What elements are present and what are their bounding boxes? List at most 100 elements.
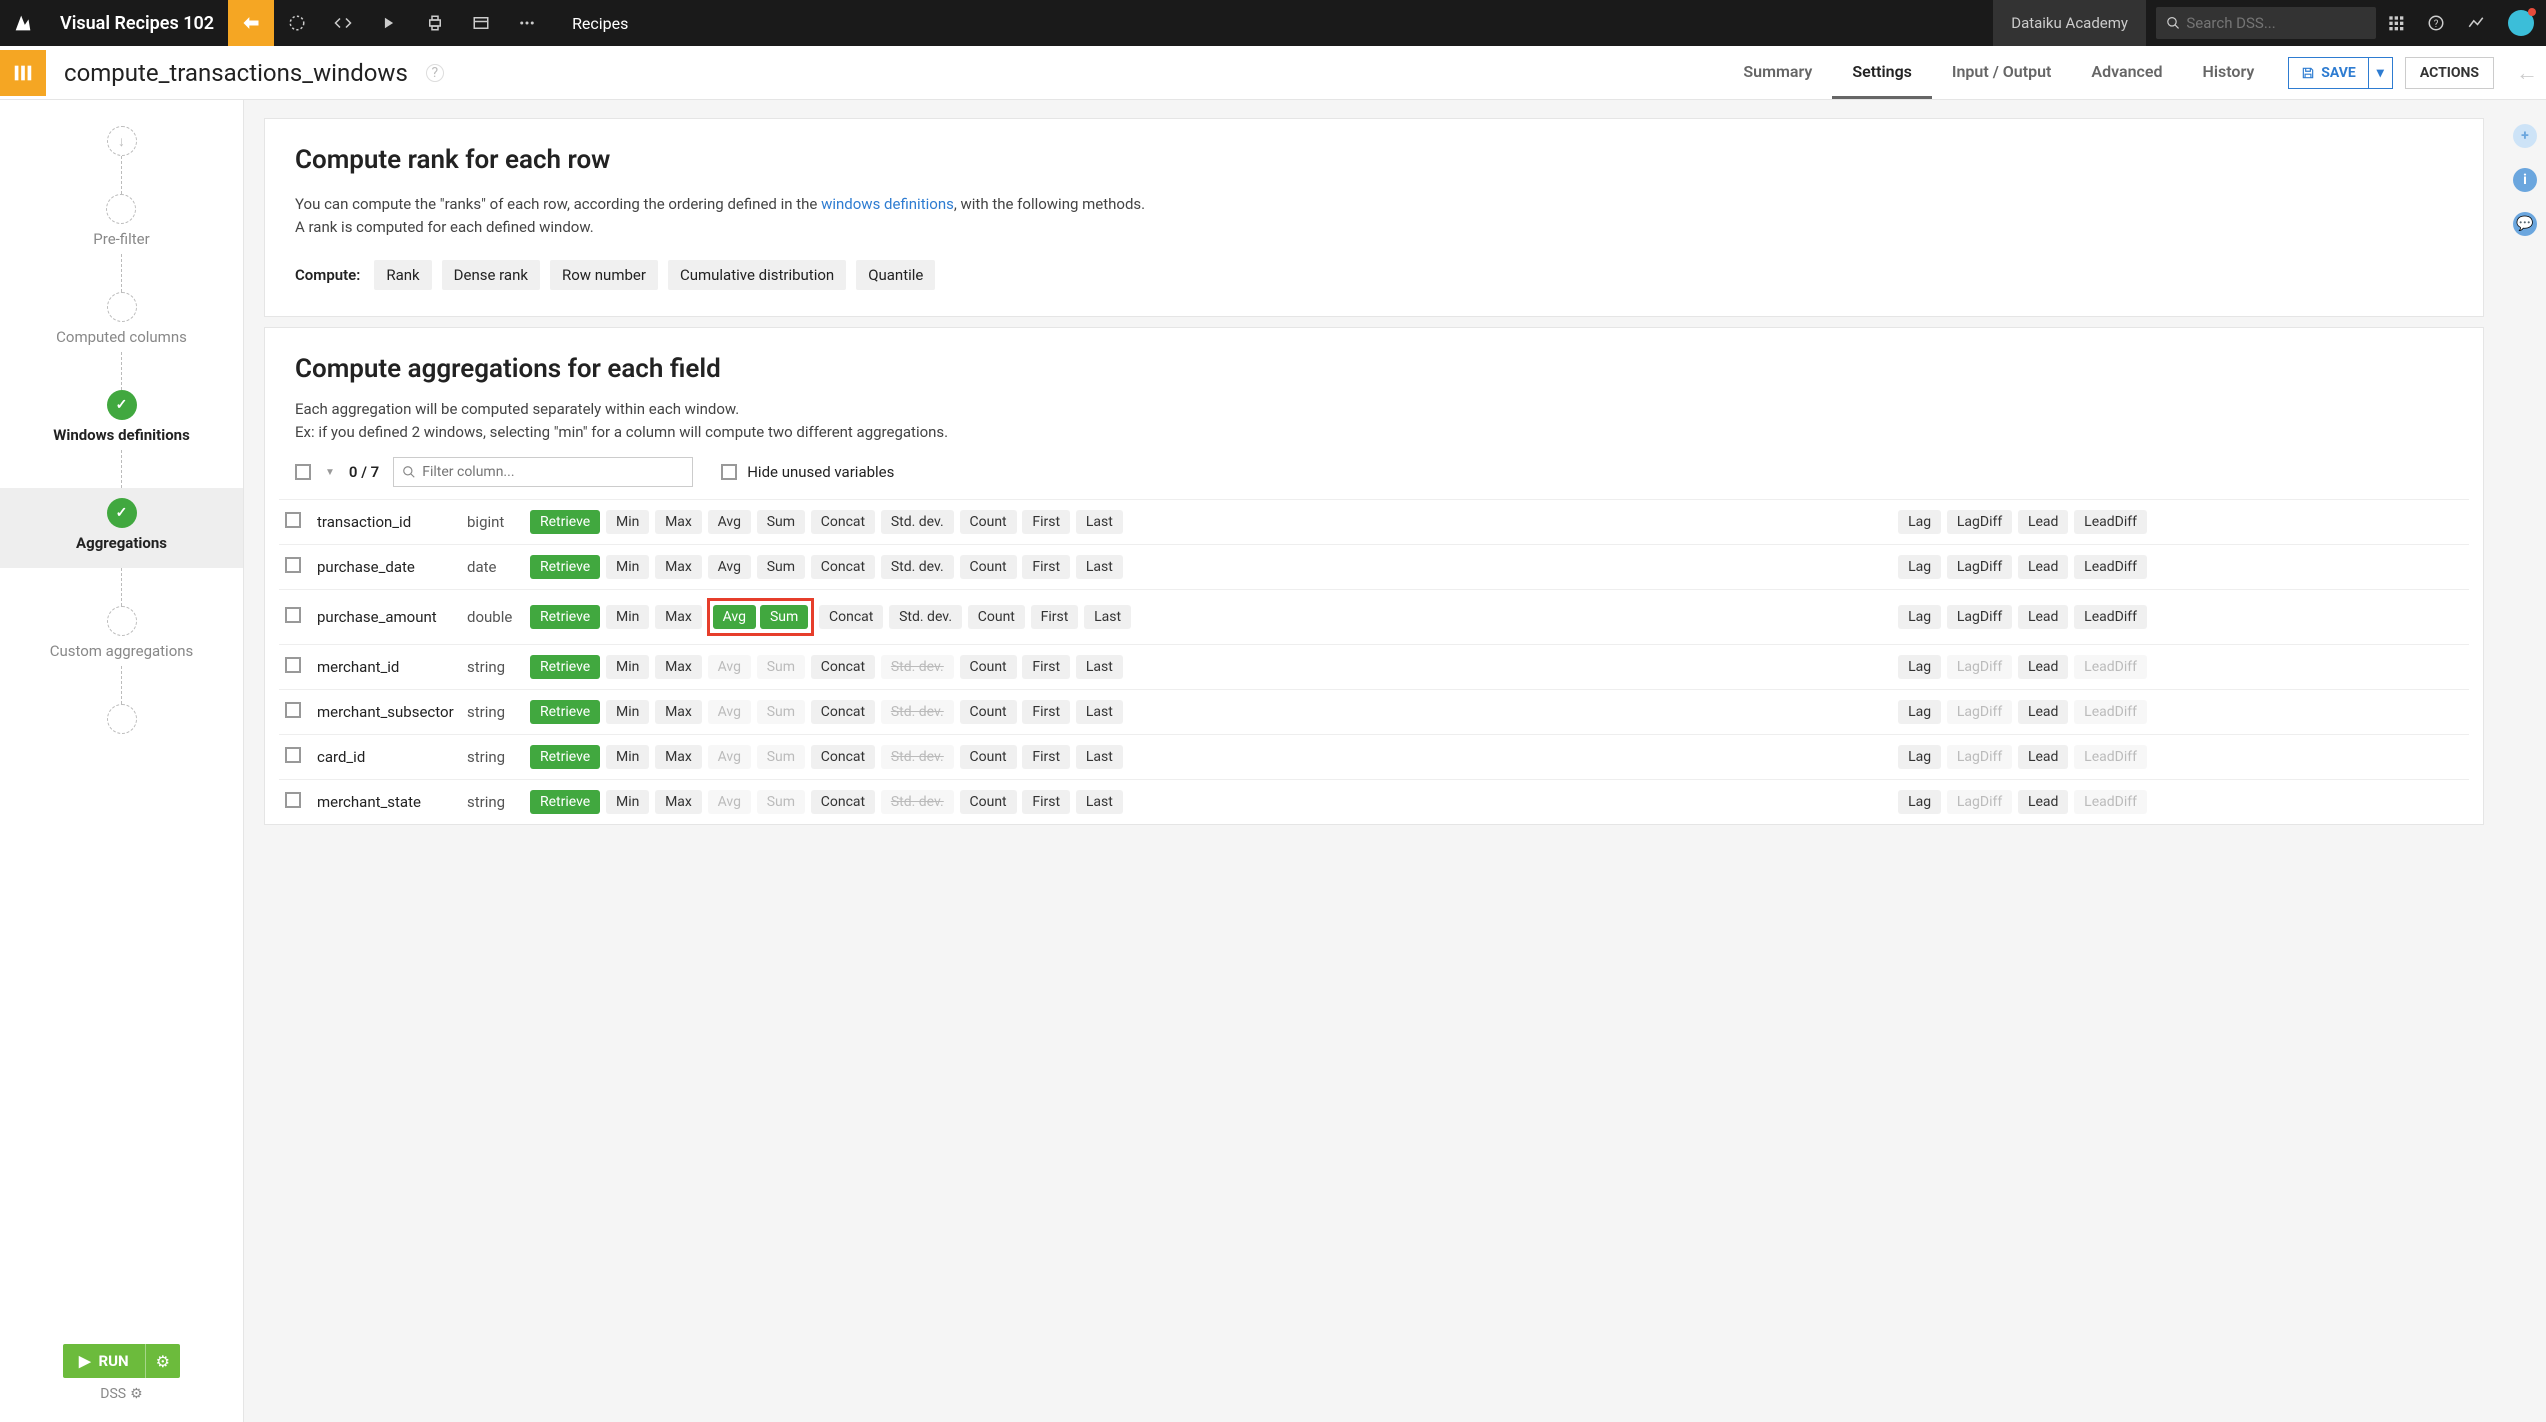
agg-leaddiff[interactable]: LeadDiff bbox=[2074, 700, 2147, 724]
agg-lead[interactable]: Lead bbox=[2018, 790, 2068, 814]
recipe-icon[interactable] bbox=[228, 0, 274, 46]
agg-sum[interactable]: Sum bbox=[757, 555, 805, 579]
agg-lag[interactable]: Lag bbox=[1898, 605, 1941, 629]
dashboard-icon[interactable] bbox=[458, 0, 504, 46]
search-box[interactable] bbox=[2156, 7, 2376, 39]
agg-lag[interactable]: Lag bbox=[1898, 510, 1941, 534]
row-checkbox[interactable] bbox=[285, 557, 301, 573]
agg-max[interactable]: Max bbox=[655, 745, 702, 769]
agg-min[interactable]: Min bbox=[606, 510, 649, 534]
search-input[interactable] bbox=[2186, 14, 2366, 32]
agg-avg[interactable]: Avg bbox=[713, 605, 756, 629]
agg-sum[interactable]: Sum bbox=[757, 745, 805, 769]
agg-leaddiff[interactable]: LeadDiff bbox=[2074, 655, 2147, 679]
chip-row-number[interactable]: Row number bbox=[550, 260, 658, 290]
agg-leaddiff[interactable]: LeadDiff bbox=[2074, 510, 2147, 534]
agg-count[interactable]: Count bbox=[960, 790, 1017, 814]
filter-column-input[interactable] bbox=[422, 464, 684, 480]
agg-min[interactable]: Min bbox=[606, 745, 649, 769]
agg-lagdiff[interactable]: LagDiff bbox=[1947, 510, 2012, 534]
agg-retrieve[interactable]: Retrieve bbox=[530, 655, 600, 679]
tab-history[interactable]: History bbox=[2183, 46, 2275, 99]
row-checkbox[interactable] bbox=[285, 702, 301, 718]
agg-stddev[interactable]: Std. dev. bbox=[881, 555, 954, 579]
select-all-checkbox[interactable] bbox=[295, 464, 311, 480]
avatar[interactable] bbox=[2508, 10, 2534, 36]
agg-last[interactable]: Last bbox=[1076, 510, 1123, 534]
agg-lag[interactable]: Lag bbox=[1898, 790, 1941, 814]
chip-cumulative-distribution[interactable]: Cumulative distribution bbox=[668, 260, 846, 290]
activity-icon[interactable] bbox=[2456, 14, 2496, 32]
save-button[interactable]: SAVE ▾ bbox=[2288, 57, 2393, 89]
add-icon[interactable]: + bbox=[2513, 124, 2537, 148]
agg-last[interactable]: Last bbox=[1076, 745, 1123, 769]
agg-last[interactable]: Last bbox=[1076, 655, 1123, 679]
agg-first[interactable]: First bbox=[1031, 605, 1079, 629]
agg-stddev[interactable]: Std. dev. bbox=[881, 510, 954, 534]
agg-leaddiff[interactable]: LeadDiff bbox=[2074, 555, 2147, 579]
agg-last[interactable]: Last bbox=[1076, 555, 1123, 579]
agg-sum[interactable]: Sum bbox=[757, 655, 805, 679]
agg-concat[interactable]: Concat bbox=[811, 655, 875, 679]
agg-stddev[interactable]: Std. dev. bbox=[889, 605, 962, 629]
row-checkbox[interactable] bbox=[285, 607, 301, 623]
agg-lag[interactable]: Lag bbox=[1898, 555, 1941, 579]
agg-lead[interactable]: Lead bbox=[2018, 700, 2068, 724]
agg-first[interactable]: First bbox=[1022, 790, 1070, 814]
agg-lag[interactable]: Lag bbox=[1898, 655, 1941, 679]
select-all-dropdown[interactable]: ▼ bbox=[325, 467, 335, 478]
agg-max[interactable]: Max bbox=[655, 555, 702, 579]
print-icon[interactable] bbox=[412, 0, 458, 46]
agg-lead[interactable]: Lead bbox=[2018, 745, 2068, 769]
agg-sum[interactable]: Sum bbox=[757, 700, 805, 724]
agg-leaddiff[interactable]: LeadDiff bbox=[2074, 790, 2147, 814]
step-windows-definitions[interactable]: Windows definitions bbox=[53, 390, 190, 488]
agg-leaddiff[interactable]: LeadDiff bbox=[2074, 605, 2147, 629]
chip-rank[interactable]: Rank bbox=[374, 260, 431, 290]
row-checkbox[interactable] bbox=[285, 657, 301, 673]
agg-count[interactable]: Count bbox=[960, 510, 1017, 534]
agg-last[interactable]: Last bbox=[1084, 605, 1131, 629]
agg-min[interactable]: Min bbox=[606, 605, 649, 629]
chat-icon[interactable]: 💬 bbox=[2513, 212, 2537, 236]
agg-first[interactable]: First bbox=[1022, 555, 1070, 579]
agg-lagdiff[interactable]: LagDiff bbox=[1947, 605, 2012, 629]
menu-recipes[interactable]: Recipes bbox=[550, 14, 650, 33]
agg-lag[interactable]: Lag bbox=[1898, 745, 1941, 769]
agg-sum[interactable]: Sum bbox=[757, 790, 805, 814]
agg-lead[interactable]: Lead bbox=[2018, 655, 2068, 679]
agg-min[interactable]: Min bbox=[606, 700, 649, 724]
run-settings-icon[interactable]: ⚙ bbox=[145, 1344, 180, 1378]
agg-max[interactable]: Max bbox=[655, 655, 702, 679]
agg-avg[interactable]: Avg bbox=[708, 655, 751, 679]
filter-column-box[interactable] bbox=[393, 457, 693, 487]
agg-max[interactable]: Max bbox=[655, 510, 702, 534]
step-prefilter[interactable]: ↓ bbox=[107, 126, 137, 194]
actions-button[interactable]: ACTIONS bbox=[2405, 57, 2494, 89]
agg-retrieve[interactable]: Retrieve bbox=[530, 510, 600, 534]
agg-sum[interactable]: Sum bbox=[760, 605, 808, 629]
agg-retrieve[interactable]: Retrieve bbox=[530, 700, 600, 724]
agg-lagdiff[interactable]: LagDiff bbox=[1947, 555, 2012, 579]
row-checkbox[interactable] bbox=[285, 512, 301, 528]
academy-label[interactable]: Dataiku Academy bbox=[1993, 0, 2146, 46]
info-icon[interactable]: i bbox=[2513, 168, 2537, 192]
agg-avg[interactable]: Avg bbox=[708, 555, 751, 579]
more-icon[interactable] bbox=[504, 0, 550, 46]
step-aggregations[interactable]: Aggregations bbox=[0, 488, 243, 568]
agg-retrieve[interactable]: Retrieve bbox=[530, 605, 600, 629]
logo-icon[interactable] bbox=[0, 12, 46, 34]
agg-avg[interactable]: Avg bbox=[708, 745, 751, 769]
agg-max[interactable]: Max bbox=[655, 790, 702, 814]
agg-count[interactable]: Count bbox=[960, 655, 1017, 679]
save-dropdown[interactable]: ▾ bbox=[2368, 58, 2392, 88]
help-icon[interactable]: ? bbox=[2416, 14, 2456, 32]
agg-lag[interactable]: Lag bbox=[1898, 700, 1941, 724]
agg-lagdiff[interactable]: LagDiff bbox=[1947, 700, 2012, 724]
agg-last[interactable]: Last bbox=[1076, 700, 1123, 724]
agg-avg[interactable]: Avg bbox=[708, 510, 751, 534]
agg-leaddiff[interactable]: LeadDiff bbox=[2074, 745, 2147, 769]
agg-lagdiff[interactable]: LagDiff bbox=[1947, 655, 2012, 679]
hide-unused-checkbox[interactable] bbox=[721, 464, 737, 480]
agg-sum[interactable]: Sum bbox=[757, 510, 805, 534]
